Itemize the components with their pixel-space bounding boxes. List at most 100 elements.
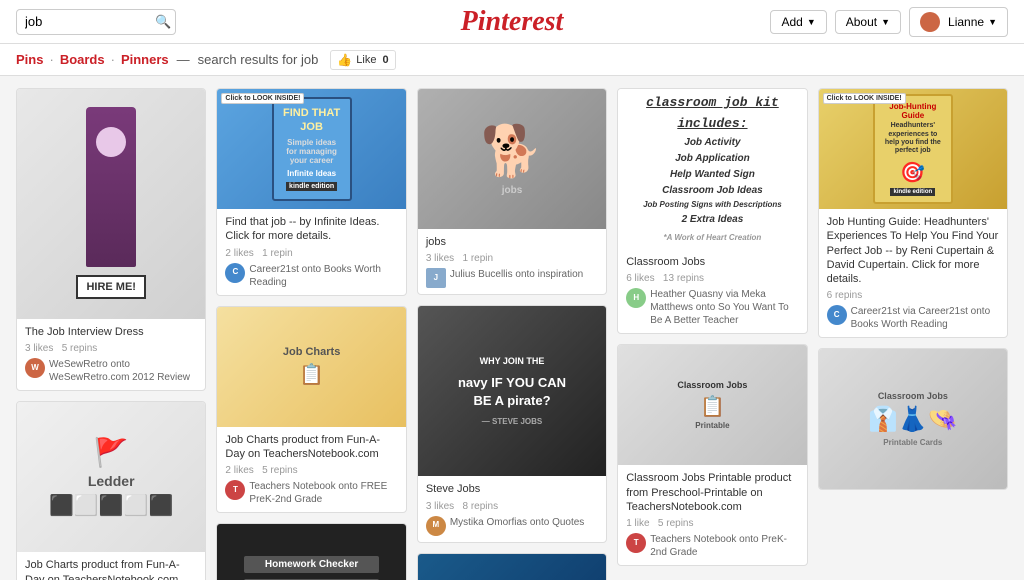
pin-title-find-that-job: Find that job -- by Infinite Ideas. Clic… — [225, 215, 397, 244]
column-1: HIRE ME! The Job Interview Dress 3 likes… — [16, 88, 206, 580]
pin-stats-jobs-dog: 3 likes 1 repin — [426, 253, 598, 264]
add-button[interactable]: Add ▼ — [770, 10, 826, 34]
search-results-text: — — [177, 52, 190, 67]
book-cover-findthat: FIND THAT JOB Simple ideas for managing … — [272, 97, 352, 200]
facebook-like[interactable]: 👍 Like 0 — [330, 50, 395, 70]
column-3: 🐕 jobs jobs 3 likes 1 repin J Julius Buc… — [417, 88, 607, 580]
pin-title-jobs-dog: jobs — [426, 235, 598, 249]
pin-user-steve-jobs: M Mystika Omorfias onto Quotes — [426, 516, 598, 536]
thumbs-up-icon: 👍 — [337, 53, 352, 67]
pin-classroom-printable[interactable]: Classroom Jobs 📋 Printable Classroom Job… — [617, 344, 807, 566]
user-arrow-icon: ▼ — [988, 17, 997, 27]
user-avatar-job-charts-funday: T — [225, 480, 245, 500]
classroom-jobs-text: classroom job kit includes: Job Activity… — [628, 93, 796, 244]
pin-image-steve-jobs: WHY JOIN THE navy IF YOU CAN BE A pirate… — [418, 306, 606, 476]
pin-jobs-charts-printable[interactable]: Classroom Jobs 👔👗👒 Printable Cards — [818, 348, 1008, 490]
user-avatar-job-hunting-guide: C — [827, 305, 847, 325]
pin-info-find-that-job: Find that job -- by Infinite Ideas. Clic… — [217, 209, 405, 295]
pin-user-hire-me: W WeSewRetro onto WeSewRetro.com 2012 Re… — [25, 358, 197, 384]
pin-title-job-charts-funday: Job Charts product from Fun-A-Day on Tea… — [225, 433, 397, 462]
pin-stats-classroom-jobs: 6 likes 13 repins — [626, 273, 798, 284]
user-avatar — [920, 12, 940, 32]
pin-info-classroom-printable: Classroom Jobs Printable product from Pr… — [618, 465, 806, 565]
column-5: Click to LOOK INSIDE! Job-Hunting Guide … — [818, 88, 1008, 490]
about-arrow-icon: ▼ — [881, 17, 890, 27]
pin-info-hire-me: The Job Interview Dress 3 likes 5 repins… — [17, 319, 205, 390]
pin-filmstrip[interactable]: Homework Checker Pencil Sharpener Errand… — [216, 523, 406, 580]
pin-image-classroom-jobs: classroom job kit includes: Job Activity… — [618, 89, 806, 249]
pin-image-jobs-charts-printable: Classroom Jobs 👔👗👒 Printable Cards — [819, 349, 1007, 489]
user-avatar-find-that-job: C — [225, 263, 245, 283]
main-content: HIRE ME! The Job Interview Dress 3 likes… — [0, 76, 1024, 580]
pin-user-job-charts-funday: T Teachers Notebook onto FREE PreK-2nd G… — [225, 480, 397, 506]
dot1: · — [49, 52, 53, 67]
pin-title-classroom-jobs: Classroom Jobs — [626, 255, 798, 269]
search-icon[interactable]: 🔍 — [155, 14, 171, 30]
pin-info-steve-jobs: Steve Jobs 3 likes 8 repins M Mystika Om… — [418, 476, 606, 541]
pins-container: HIRE ME! The Job Interview Dress 3 likes… — [16, 88, 1008, 580]
pin-find-that-job[interactable]: Click to LOOK INSIDE! FIND THAT JOB Simp… — [216, 88, 406, 296]
film-label-1: Homework Checker — [244, 556, 379, 573]
pin-image-classroom-printable: Classroom Jobs 📋 Printable — [618, 345, 806, 465]
pin-user-job-hunting-guide: C Career21st via Career21st onto Books W… — [827, 305, 999, 331]
steve-jobs-text: WHY JOIN THE navy IF YOU CAN BE A pirate… — [448, 345, 576, 437]
column-4: classroom job kit includes: Job Activity… — [617, 88, 807, 566]
pin-user-jobs-dog: J Julius Bucellis onto inspiration — [426, 268, 598, 288]
pin-hire-me[interactable]: HIRE ME! The Job Interview Dress 3 likes… — [16, 88, 206, 391]
pin-you-didnt[interactable]: YOU DIDN'TBUILD THAT G●P. steve jobs #po… — [417, 553, 607, 580]
search-box[interactable]: 🔍 — [16, 9, 176, 35]
pin-user-find-that-job: C Career21st onto Books Worth Reading — [225, 263, 397, 289]
add-arrow-icon: ▼ — [807, 17, 816, 27]
pin-jobs-dog[interactable]: 🐕 jobs jobs 3 likes 1 repin J Julius Buc… — [417, 88, 607, 295]
pins-link[interactable]: Pins — [16, 52, 43, 67]
hire-me-sign: HIRE ME! — [76, 275, 146, 299]
header: 🔍 Pinterest Add ▼ About ▼ Lianne ▼ — [0, 0, 1024, 44]
pin-job-charts[interactable]: 🚩 Ledder ⬛⬜⬛⬜⬛ Job Charts product from F… — [16, 401, 206, 580]
boards-link[interactable]: Boards — [60, 52, 105, 67]
pinners-link[interactable]: Pinners — [121, 52, 169, 67]
pin-image-job-charts-funday: Job Charts 📋 — [217, 307, 405, 427]
pin-info-job-charts-funday: Job Charts product from Fun-A-Day on Tea… — [217, 427, 405, 513]
pin-stats-hire-me: 3 likes 5 repins — [25, 343, 197, 354]
pin-stats-job-hunting-guide: 6 repins — [827, 290, 999, 301]
job-hunting-book: Job-Hunting Guide Headhunters' experienc… — [873, 94, 953, 204]
look-inside-badge-2: Click to LOOK INSIDE! — [823, 93, 906, 104]
pin-stats-steve-jobs: 3 likes 8 repins — [426, 501, 598, 512]
pin-stats-job-charts-funday: 2 likes 5 repins — [225, 465, 397, 476]
user-avatar-hire-me: W — [25, 358, 45, 378]
pin-stats-classroom-printable: 1 like 5 repins — [626, 518, 798, 529]
pin-title-job-charts-ladder: Job Charts product from Fun-A-Day on Tea… — [25, 558, 197, 580]
user-avatar-steve-jobs: M — [426, 516, 446, 536]
pin-image-find-that-job: Click to LOOK INSIDE! FIND THAT JOB Simp… — [217, 89, 405, 209]
pin-stats-find-that-job: 2 likes 1 repin — [225, 248, 397, 259]
column-2: Click to LOOK INSIDE! FIND THAT JOB Simp… — [216, 88, 406, 580]
logo: Pinterest — [461, 6, 564, 38]
pin-title-hire-me: The Job Interview Dress — [25, 325, 197, 339]
pin-steve-jobs[interactable]: WHY JOIN THE navy IF YOU CAN BE A pirate… — [417, 305, 607, 542]
pin-user-classroom-printable: T Teachers Notebook onto PreK-2nd Grade — [626, 533, 798, 559]
pin-info-job-hunting-guide: Job Hunting Guide: Headhunters' Experien… — [819, 209, 1007, 337]
pin-image-filmstrip: Homework Checker Pencil Sharpener Errand… — [217, 524, 405, 580]
search-input[interactable] — [25, 14, 155, 29]
user-button[interactable]: Lianne ▼ — [909, 7, 1008, 37]
pin-title-job-hunting-guide: Job Hunting Guide: Headhunters' Experien… — [827, 215, 999, 286]
pin-info-jobs-dog: jobs 3 likes 1 repin J Julius Bucellis o… — [418, 229, 606, 294]
about-button[interactable]: About ▼ — [835, 10, 901, 34]
user-avatar-classroom-jobs: H — [626, 288, 646, 308]
pin-user-classroom-jobs: H Heather Quasny via Meka Matthews onto … — [626, 288, 798, 327]
user-avatar-classroom-printable: T — [626, 533, 646, 553]
pin-job-charts-funday[interactable]: Job Charts 📋 Job Charts product from Fun… — [216, 306, 406, 514]
pin-image-job-hunting-guide: Click to LOOK INSIDE! Job-Hunting Guide … — [819, 89, 1007, 209]
pin-title-classroom-printable: Classroom Jobs Printable product from Pr… — [626, 471, 798, 514]
pin-image-jobs-dog: 🐕 jobs — [418, 89, 606, 229]
results-description: search results for job — [198, 52, 319, 67]
pin-title-steve-jobs: Steve Jobs — [426, 482, 598, 496]
pin-job-hunting-guide[interactable]: Click to LOOK INSIDE! Job-Hunting Guide … — [818, 88, 1008, 338]
look-inside-badge: Click to LOOK INSIDE! — [221, 93, 304, 104]
pin-classroom-jobs[interactable]: classroom job kit includes: Job Activity… — [617, 88, 807, 334]
header-right: Add ▼ About ▼ Lianne ▼ — [770, 7, 1008, 37]
pin-info-classroom-jobs: Classroom Jobs 6 likes 13 repins H Heath… — [618, 249, 806, 333]
pin-image-hire-me: HIRE ME! — [17, 89, 205, 319]
pin-info-job-charts-ladder: Job Charts product from Fun-A-Day on Tea… — [17, 552, 205, 580]
pin-image-you-didnt: YOU DIDN'TBUILD THAT G●P. — [418, 554, 606, 580]
